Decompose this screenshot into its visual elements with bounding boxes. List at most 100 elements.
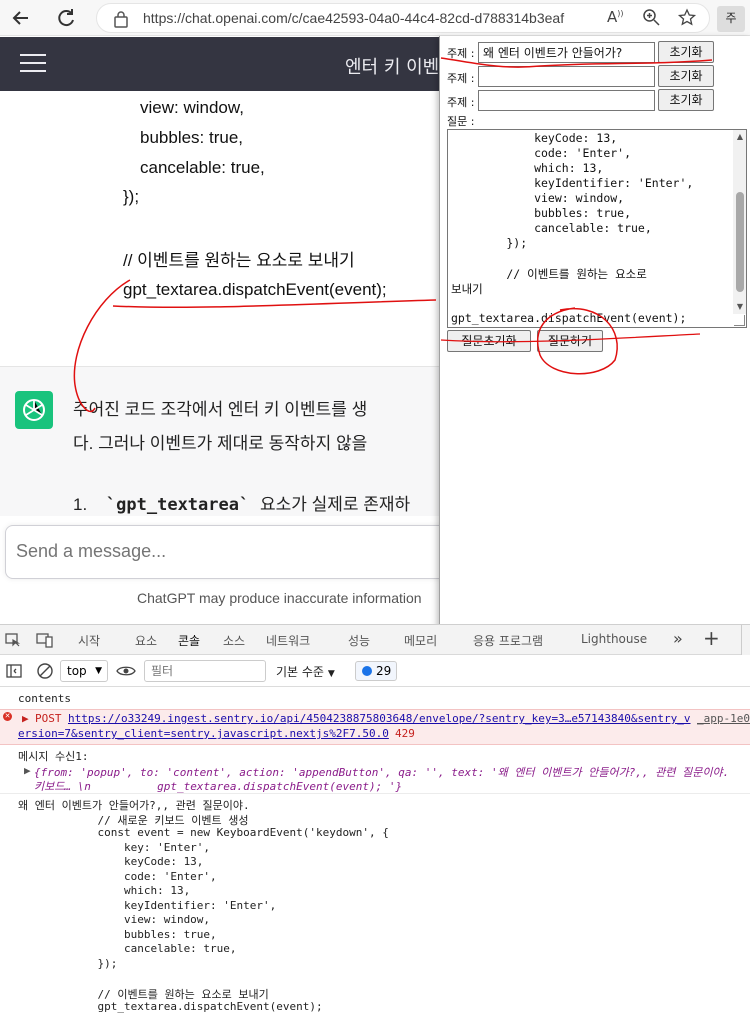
question-line: keyIdentifier: 'Enter', [451,176,694,190]
inspect-element-icon[interactable] [4,631,22,653]
scrollbar-thumb[interactable] [736,192,744,292]
tab-elements[interactable]: 요소 [135,632,157,649]
chevron-down-icon: ▼ [327,669,335,679]
subject-input-2[interactable] [478,66,655,87]
tab-memory[interactable]: 메모리 [404,632,437,649]
console-text-line: bubbles: true, [18,927,217,941]
code-line: }); [123,187,140,206]
refresh-icon[interactable] [53,5,79,31]
message-input[interactable] [16,541,416,562]
question-line: bubbles: true, [451,206,632,220]
eye-icon[interactable] [116,662,136,684]
issues-icon [362,666,372,676]
question-line: keyCode: 13, [451,131,618,145]
question-textarea[interactable]: keyCode: 13, code: 'Enter', which: 13, k… [447,129,747,328]
console-text-line: code: 'Enter', [18,869,217,883]
error-url-link-cont[interactable]: ersion=7&sentry_client=sentry.javascript… [18,727,389,740]
chevron-down-icon: ▼ [95,666,102,676]
error-icon: ✕ [3,712,12,721]
list-item: 1. `gpt_textarea` 요소가 실제로 존재하 [73,490,410,515]
back-arrow-icon[interactable] [8,5,34,31]
tab-application[interactable]: 응용 프로그램 [473,632,543,649]
issue-count: 29 [376,664,392,678]
expand-object-icon[interactable]: ▶ [24,764,31,777]
log-level-select[interactable]: 기본 수준 ▼ [276,663,335,680]
subject-input-3[interactable] [478,90,655,111]
console-divider [0,793,750,794]
answer-text: 주어진 코드 조각에서 엔터 키 이벤트를 생 [73,400,368,419]
zoom-icon[interactable] [642,8,660,30]
console-text-line: gpt_textarea.dispatchEvent(event); [18,1000,323,1013]
ask-question-button[interactable]: 질문하기 [537,330,603,352]
console-error-row: ✕ ▶ POST https://o33249.ingest.sentry.io… [0,709,750,745]
clear-console-icon[interactable] [36,662,54,684]
scroll-up-icon[interactable]: ▲ [737,132,743,141]
code-line: cancelable: true, [140,158,265,177]
issues-badge[interactable]: 29 [355,661,397,681]
console-text-line: keyIdentifier: 'Enter', [18,898,277,912]
tab-performance[interactable]: 성능 [348,632,370,649]
url-text: https://chat.openai.com/c/cae42593-04a0-… [143,10,565,26]
subject-label: 주제 : [447,72,475,85]
context-select[interactable]: top ▼ [60,660,108,682]
list-text: 요소가 실제로 존재하 [259,495,411,514]
reset-subject-3-button[interactable]: 초기화 [658,89,714,111]
lock-icon [114,11,128,28]
reset-question-button[interactable]: 질문초기화 [447,330,531,352]
tab-welcome[interactable]: 시작 [78,632,100,649]
error-arrow-icon[interactable]: ▶ [22,712,29,725]
profile-button[interactable]: 주 [717,6,745,32]
resize-handle-icon[interactable] [734,315,745,326]
subject-label: 주제 : [447,96,475,109]
menu-icon[interactable] [20,54,46,74]
tab-console[interactable]: 콘솔 [178,632,201,657]
sidebar-toggle-icon[interactable] [6,663,22,683]
subject-input-1[interactable] [478,42,655,63]
tab-network[interactable]: 네트워크 [266,632,310,649]
scroll-down-icon[interactable]: ▼ [737,302,743,311]
console-text-line: }); [18,956,118,970]
list-number: 1. [73,495,88,514]
device-emulation-icon[interactable] [36,631,54,653]
log-level-value: 기본 수준 [276,665,324,679]
chatgpt-logo-icon [15,391,53,429]
console-object: 키보드… \n gpt_textarea.dispatchEvent(event… [34,780,403,793]
console-text-line: view: window, [18,913,211,926]
question-line: view: window, [451,191,625,205]
console-filter-input[interactable] [144,660,266,682]
devtools-tabs: 시작 요소 콘솔 소스 네트워크 성능 메모리 응용 프로그램 Lighthou… [0,625,750,657]
conversation-title: 엔터 키 이벤 [345,57,440,78]
code-line: bubbles: true, [140,128,244,147]
error-method: POST [35,712,62,725]
reset-subject-2-button[interactable]: 초기화 [658,65,714,87]
textarea-scrollbar[interactable] [733,130,746,314]
question-line: cancelable: true, [451,221,652,235]
context-value: top [67,664,87,678]
question-line: which: 13, [451,161,604,175]
console-toolbar: top ▼ 기본 수준 ▼ 29 [0,655,750,687]
browser-toolbar: https://chat.openai.com/c/cae42593-04a0-… [0,0,750,36]
read-aloud-icon[interactable]: A)) [607,8,624,26]
error-url-link[interactable]: https://o33249.ingest.sentry.io/api/4504… [68,712,691,725]
tab-sources[interactable]: 소스 [223,632,245,649]
question-line: code: 'Enter', [451,146,632,160]
add-tab-icon[interactable]: + [703,626,720,650]
address-bar[interactable]: https://chat.openai.com/c/cae42593-04a0-… [96,3,710,33]
question-line: gpt_textarea.dispatchEvent(event); [451,311,687,325]
question-line: }); [451,236,528,250]
console-text-line: cancelable: true, [18,942,237,955]
favorite-star-icon[interactable] [677,8,697,32]
question-line: // 이벤트를 원하는 요소로 [451,267,647,281]
console-message-header: 메시지 수신1: [18,750,89,763]
extension-popup: 주제 : 초기화 주제 : 초기화 주제 : 초기화 질문 : keyCode:… [439,36,750,632]
question-line: 보내기 [451,282,483,296]
tab-lighthouse[interactable]: Lighthouse [581,632,647,646]
subject-label: 주제 : [447,47,475,60]
question-label: 질문 : [447,115,475,128]
more-tabs-icon[interactable]: » [673,629,683,648]
reset-subject-1-button[interactable]: 초기화 [658,41,714,63]
annotation-underline-dispatch [112,299,437,309]
error-source-link[interactable]: _app-1e0 [697,712,750,725]
disclaimer-text: ChatGPT may produce inaccurate informati… [137,590,422,606]
console-log: contents [18,692,71,705]
